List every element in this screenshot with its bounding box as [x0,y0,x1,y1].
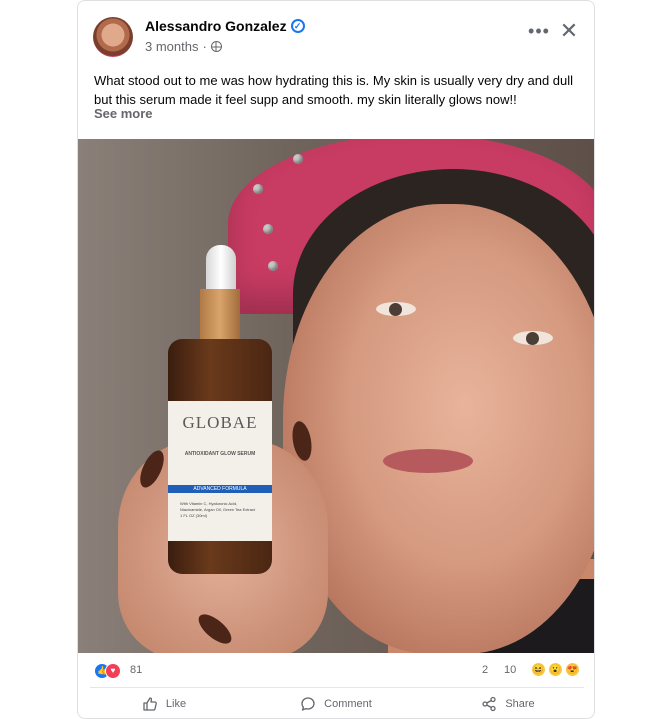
love-reaction-icon: ♥ [105,663,121,679]
share-button[interactable]: Share [422,689,594,718]
wow-emoji-icon: 😮 [549,663,562,676]
love-eyes-emoji-icon: 😍 [566,663,579,676]
action-bar: Like Comment Share [78,689,594,718]
haha-emoji-icon: 😆 [532,663,545,676]
ingredients-text: With Vitamin C, Hyaluronic Acid, Niacina… [180,501,256,512]
bottle-label: GLOBAE ANTIOXIDANT GLOW SERUM ADVANCED F… [168,401,272,541]
product-subtitle: ANTIOXIDANT GLOW SERUM [184,451,256,457]
globe-icon [210,41,222,52]
post-stats: 👍 ♥ 81 2 10 😆 😮 😍 [78,653,594,687]
post-time[interactable]: 3 months [145,39,198,54]
comment-label: Comment [324,698,372,710]
ingredient-list: With Vitamin C, Hyaluronic Acid, Niacina… [180,501,260,519]
face [283,204,594,653]
headband-stud [253,184,263,194]
post-photo[interactable]: GLOBAE ANTIOXIDANT GLOW SERUM ADVANCED F… [78,139,594,653]
close-icon[interactable]: ✕ [556,18,582,44]
bottle-collar [200,289,240,344]
author-row: Alessandro Gonzalez ✓ [145,18,305,34]
bottle-dropper [206,245,236,293]
headband-stud [293,154,303,164]
author-name[interactable]: Alessandro Gonzalez [145,18,287,34]
right-eye [513,331,553,345]
reaction-count[interactable]: 81 [130,664,142,676]
share-icon [482,696,496,712]
comment-button[interactable]: Comment [250,689,422,718]
lips [383,449,473,473]
actions-divider [90,687,584,688]
headband-stud [263,224,273,234]
verified-icon: ✓ [290,19,305,33]
avatar[interactable] [93,17,133,57]
size-text: 1 FL OZ (30ml) [180,513,207,518]
brand-logo: GLOBAE [182,413,258,432]
left-eye [376,302,416,316]
more-icon[interactable]: ••• [526,18,552,44]
reaction-icons[interactable]: 👍 ♥ [94,663,126,679]
meta-separator: · [202,39,207,54]
share-count[interactable]: 10 [504,664,516,676]
like-button[interactable]: Like [78,689,250,718]
comment-icon [301,697,315,711]
headband-stud [268,261,278,271]
post-text: What stood out to me was how hydrating t… [94,73,574,107]
post-meta: 3 months · [145,39,222,54]
formula-band: ADVANCED FORMULA [168,485,272,493]
like-icon [143,697,157,711]
like-label: Like [165,698,187,710]
see-more-link[interactable]: See more [94,106,153,121]
share-label: Share [505,698,535,710]
post-header: Alessandro Gonzalez ✓ 3 months · ••• ✕ [78,1,594,65]
post-card: Alessandro Gonzalez ✓ 3 months · ••• ✕ W… [77,0,595,719]
comment-count[interactable]: 2 [482,664,488,676]
